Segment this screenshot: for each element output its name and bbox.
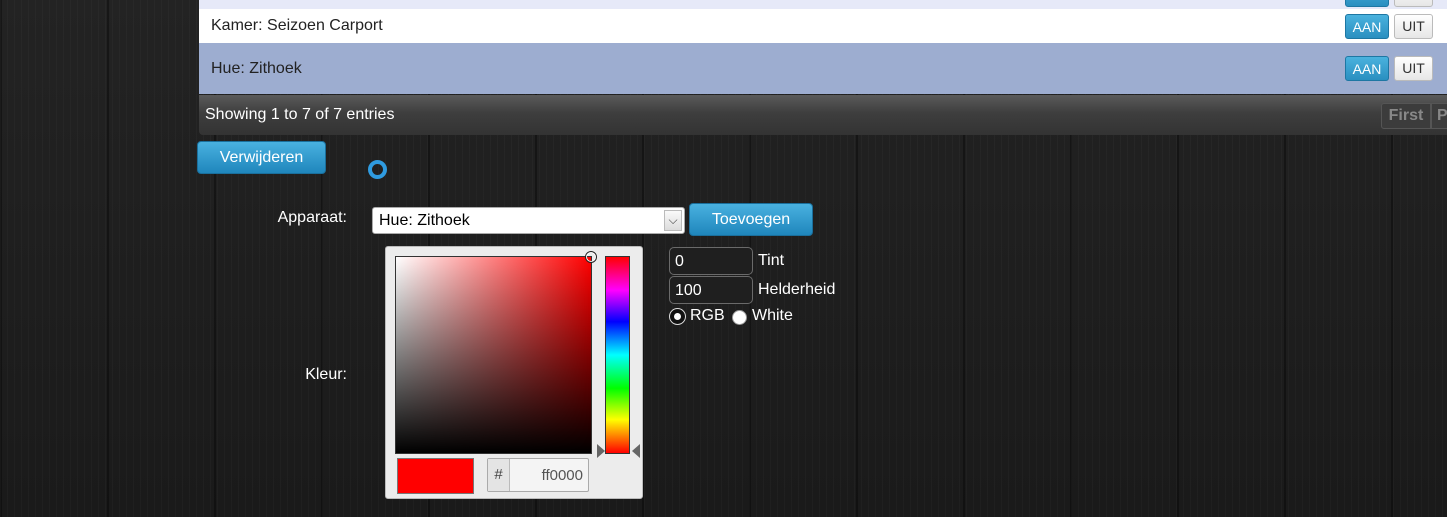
- rgb-label: RGB: [690, 307, 725, 324]
- color-swatch: [397, 458, 474, 494]
- delete-button[interactable]: Verwijderen: [197, 141, 326, 174]
- loading-spinner-icon: [368, 160, 387, 179]
- off-button[interactable]: [1394, 0, 1433, 7]
- add-button[interactable]: Toevoegen: [689, 203, 813, 236]
- chevron-down-icon[interactable]: ⌵: [664, 210, 682, 231]
- hex-input[interactable]: # ff0000: [487, 458, 589, 492]
- value-gradient: [396, 257, 591, 453]
- device-label: Apparaat:: [277, 209, 347, 226]
- device-name: Hue: Zithoek: [211, 60, 302, 77]
- white-label: White: [752, 307, 793, 324]
- on-button[interactable]: [1345, 0, 1389, 7]
- brightness-label: Helderheid: [758, 281, 836, 298]
- table-row-selected[interactable]: Hue: Zithoek AAN UIT: [199, 43, 1447, 94]
- off-button[interactable]: UIT: [1394, 56, 1433, 81]
- on-button[interactable]: AAN: [1345, 56, 1389, 81]
- table-row-partial: [199, 0, 1447, 9]
- color-label: Kleur:: [305, 366, 347, 383]
- device-name: Kamer: Seizoen Carport: [211, 17, 383, 34]
- color-handle[interactable]: [585, 251, 597, 263]
- hex-value[interactable]: ff0000: [542, 467, 583, 484]
- device-select[interactable]: Hue: Zithoek ⌵: [372, 207, 685, 234]
- previous-page-button[interactable]: P: [1431, 103, 1447, 129]
- rgb-radio[interactable]: [670, 309, 685, 324]
- hue-slider-handle-left-icon[interactable]: [597, 444, 605, 458]
- color-picker: # ff0000: [385, 246, 643, 499]
- hue-slider[interactable]: [605, 256, 630, 454]
- brightness-input[interactable]: 100: [669, 276, 753, 304]
- table-row[interactable]: Kamer: Seizoen Carport AAN UIT: [199, 9, 1447, 43]
- saturation-value-field[interactable]: [395, 251, 597, 454]
- entries-info: Showing 1 to 7 of 7 entries: [205, 106, 395, 123]
- white-radio[interactable]: [732, 310, 747, 325]
- off-button[interactable]: UIT: [1394, 14, 1433, 39]
- first-page-button[interactable]: First: [1381, 103, 1431, 129]
- device-select-value: Hue: Zithoek: [379, 212, 470, 229]
- hash-label: #: [488, 459, 510, 491]
- table-footer: Showing 1 to 7 of 7 entries First P: [199, 95, 1447, 135]
- hue-label: Tint: [758, 252, 785, 269]
- hue-input[interactable]: 0: [669, 247, 753, 275]
- on-button[interactable]: AAN: [1345, 14, 1389, 39]
- hue-slider-handle-right-icon[interactable]: [632, 444, 640, 458]
